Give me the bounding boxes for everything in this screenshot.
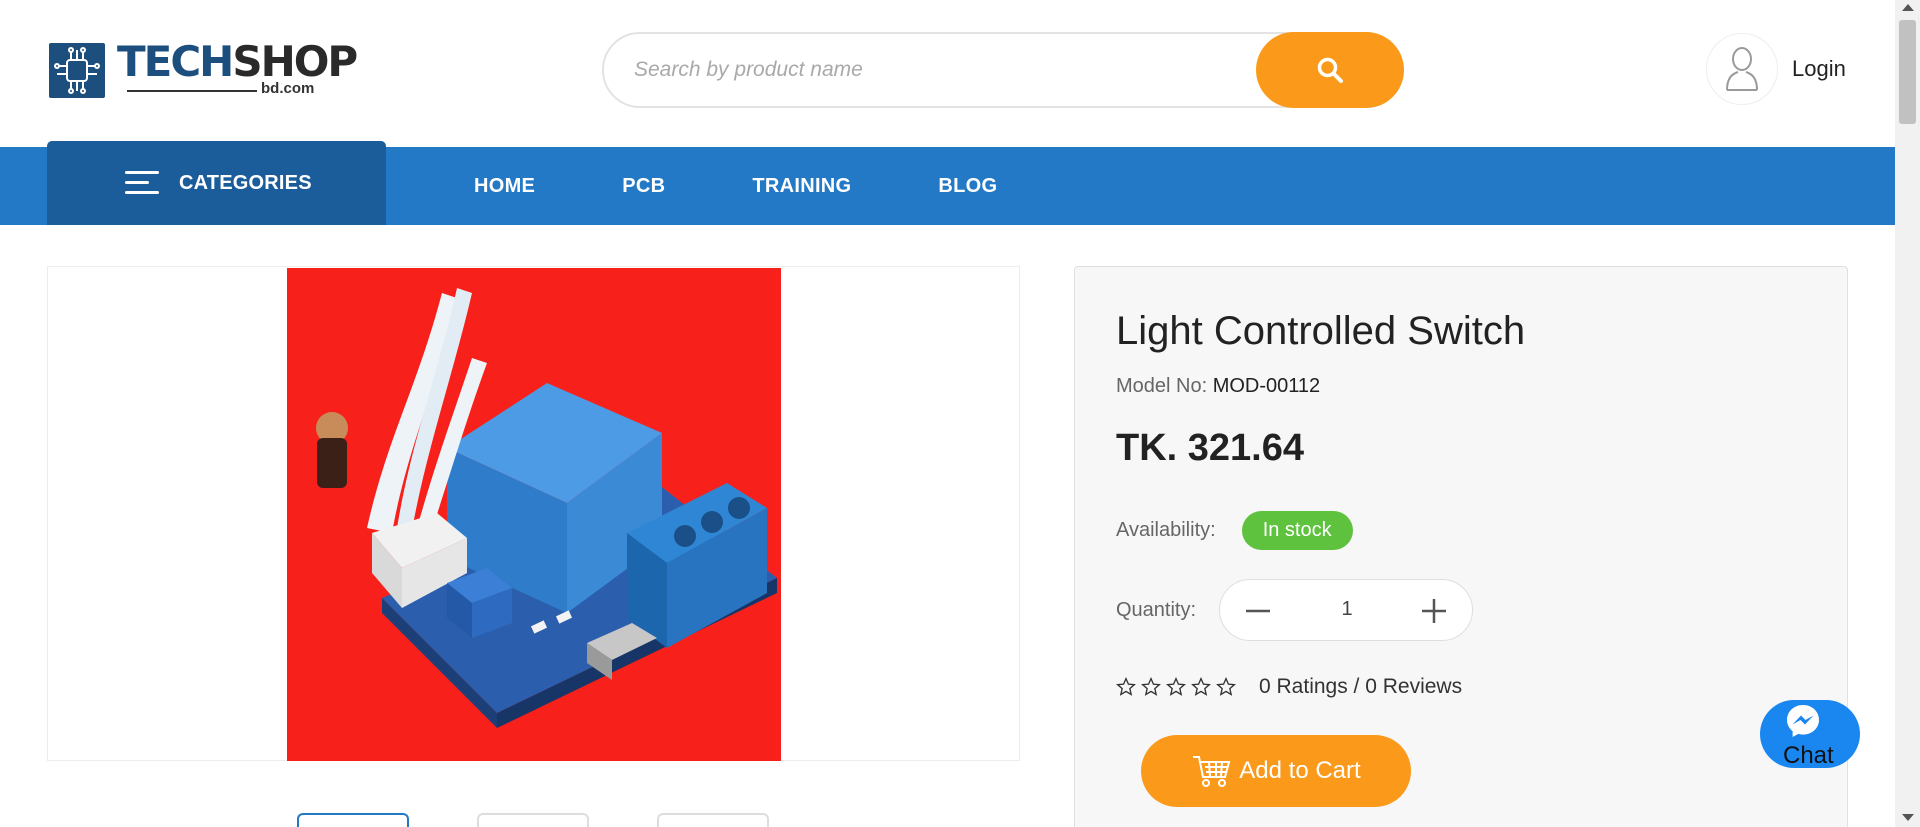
product-thumbnails <box>297 813 837 827</box>
model-label: Model No: <box>1116 375 1208 397</box>
add-to-cart-button[interactable]: Add to Cart <box>1141 735 1411 807</box>
quantity-label: Quantity: <box>1116 598 1197 621</box>
product-image[interactable] <box>287 268 781 761</box>
star-icon <box>1166 677 1186 696</box>
chat-label: Chat <box>1783 742 1834 769</box>
scroll-up-arrow-icon[interactable] <box>1902 4 1914 11</box>
login-link[interactable]: Login <box>1706 33 1846 105</box>
scroll-thumb[interactable] <box>1899 20 1916 124</box>
avatar[interactable] <box>1706 33 1778 105</box>
main-nav: CATEGORIES HOME PCB TRAINING BLOG <box>0 141 1895 225</box>
cart-icon <box>1193 756 1231 787</box>
product-info-panel: Light Controlled Switch Model No: MOD-00… <box>1074 266 1848 827</box>
messenger-icon <box>1787 705 1819 737</box>
chat-widget-button[interactable]: Chat <box>1760 700 1860 769</box>
rating-row: 0 Ratings / 0 Reviews <box>1116 675 1462 699</box>
rating-stars[interactable] <box>1116 677 1241 697</box>
increase-quantity-button[interactable] <box>1416 593 1452 629</box>
thumbnail-3[interactable] <box>657 813 769 827</box>
quantity-row: Quantity: 1 <box>1116 579 1474 641</box>
add-to-cart-label: Add to Cart <box>1239 757 1361 784</box>
site-logo[interactable]: TECHSHOP bd.com <box>49 38 358 102</box>
user-icon <box>1726 47 1758 91</box>
quantity-stepper: 1 <box>1219 579 1474 641</box>
product-title: Light Controlled Switch <box>1116 309 1526 353</box>
nav-link-pcb[interactable]: PCB <box>622 175 665 198</box>
nav-link-blog[interactable]: BLOG <box>938 175 997 198</box>
search-icon <box>1317 57 1343 83</box>
scroll-down-arrow-icon[interactable] <box>1902 814 1914 821</box>
page-scrollbar[interactable] <box>1895 0 1920 827</box>
logo-wordmark: TECHSHOP <box>117 37 358 86</box>
product-gallery <box>47 266 1020 761</box>
ratings-reviews-link[interactable]: 0 Ratings / 0 Reviews <box>1259 675 1462 699</box>
logo-domain: bd.com <box>261 80 315 97</box>
model-value: MOD-00112 <box>1212 375 1321 397</box>
logo-underline <box>127 90 257 92</box>
login-label[interactable]: Login <box>1792 56 1846 82</box>
product-price: TK. 321.64 <box>1116 427 1304 469</box>
relay-module-illustration <box>316 288 777 728</box>
availability-row: Availability: In stock <box>1116 511 1353 550</box>
thumbnail-1[interactable] <box>297 813 409 827</box>
hamburger-icon <box>125 171 159 195</box>
search-input[interactable] <box>634 52 1234 88</box>
nav-link-home[interactable]: HOME <box>474 175 535 198</box>
categories-button[interactable]: CATEGORIES <box>47 141 386 225</box>
plus-icon <box>1422 599 1447 623</box>
search-bar <box>602 32 1404 108</box>
nav-link-training[interactable]: TRAINING <box>752 175 851 198</box>
star-icon <box>1216 677 1236 696</box>
model-number: Model No: MOD-00112 <box>1116 375 1320 398</box>
star-icon <box>1141 677 1161 696</box>
nav-links: HOME PCB TRAINING BLOG <box>474 147 1084 225</box>
status-badge: In stock <box>1241 511 1353 550</box>
thumbnail-2[interactable] <box>477 813 589 827</box>
star-icon <box>1191 677 1211 696</box>
availability-label: Availability: <box>1116 519 1216 541</box>
star-icon <box>1116 677 1136 696</box>
site-header: TECHSHOP bd.com Lo <box>0 0 1895 147</box>
chip-logo-icon <box>49 43 105 98</box>
categories-label: CATEGORIES <box>179 171 312 194</box>
search-button[interactable] <box>1256 32 1404 108</box>
